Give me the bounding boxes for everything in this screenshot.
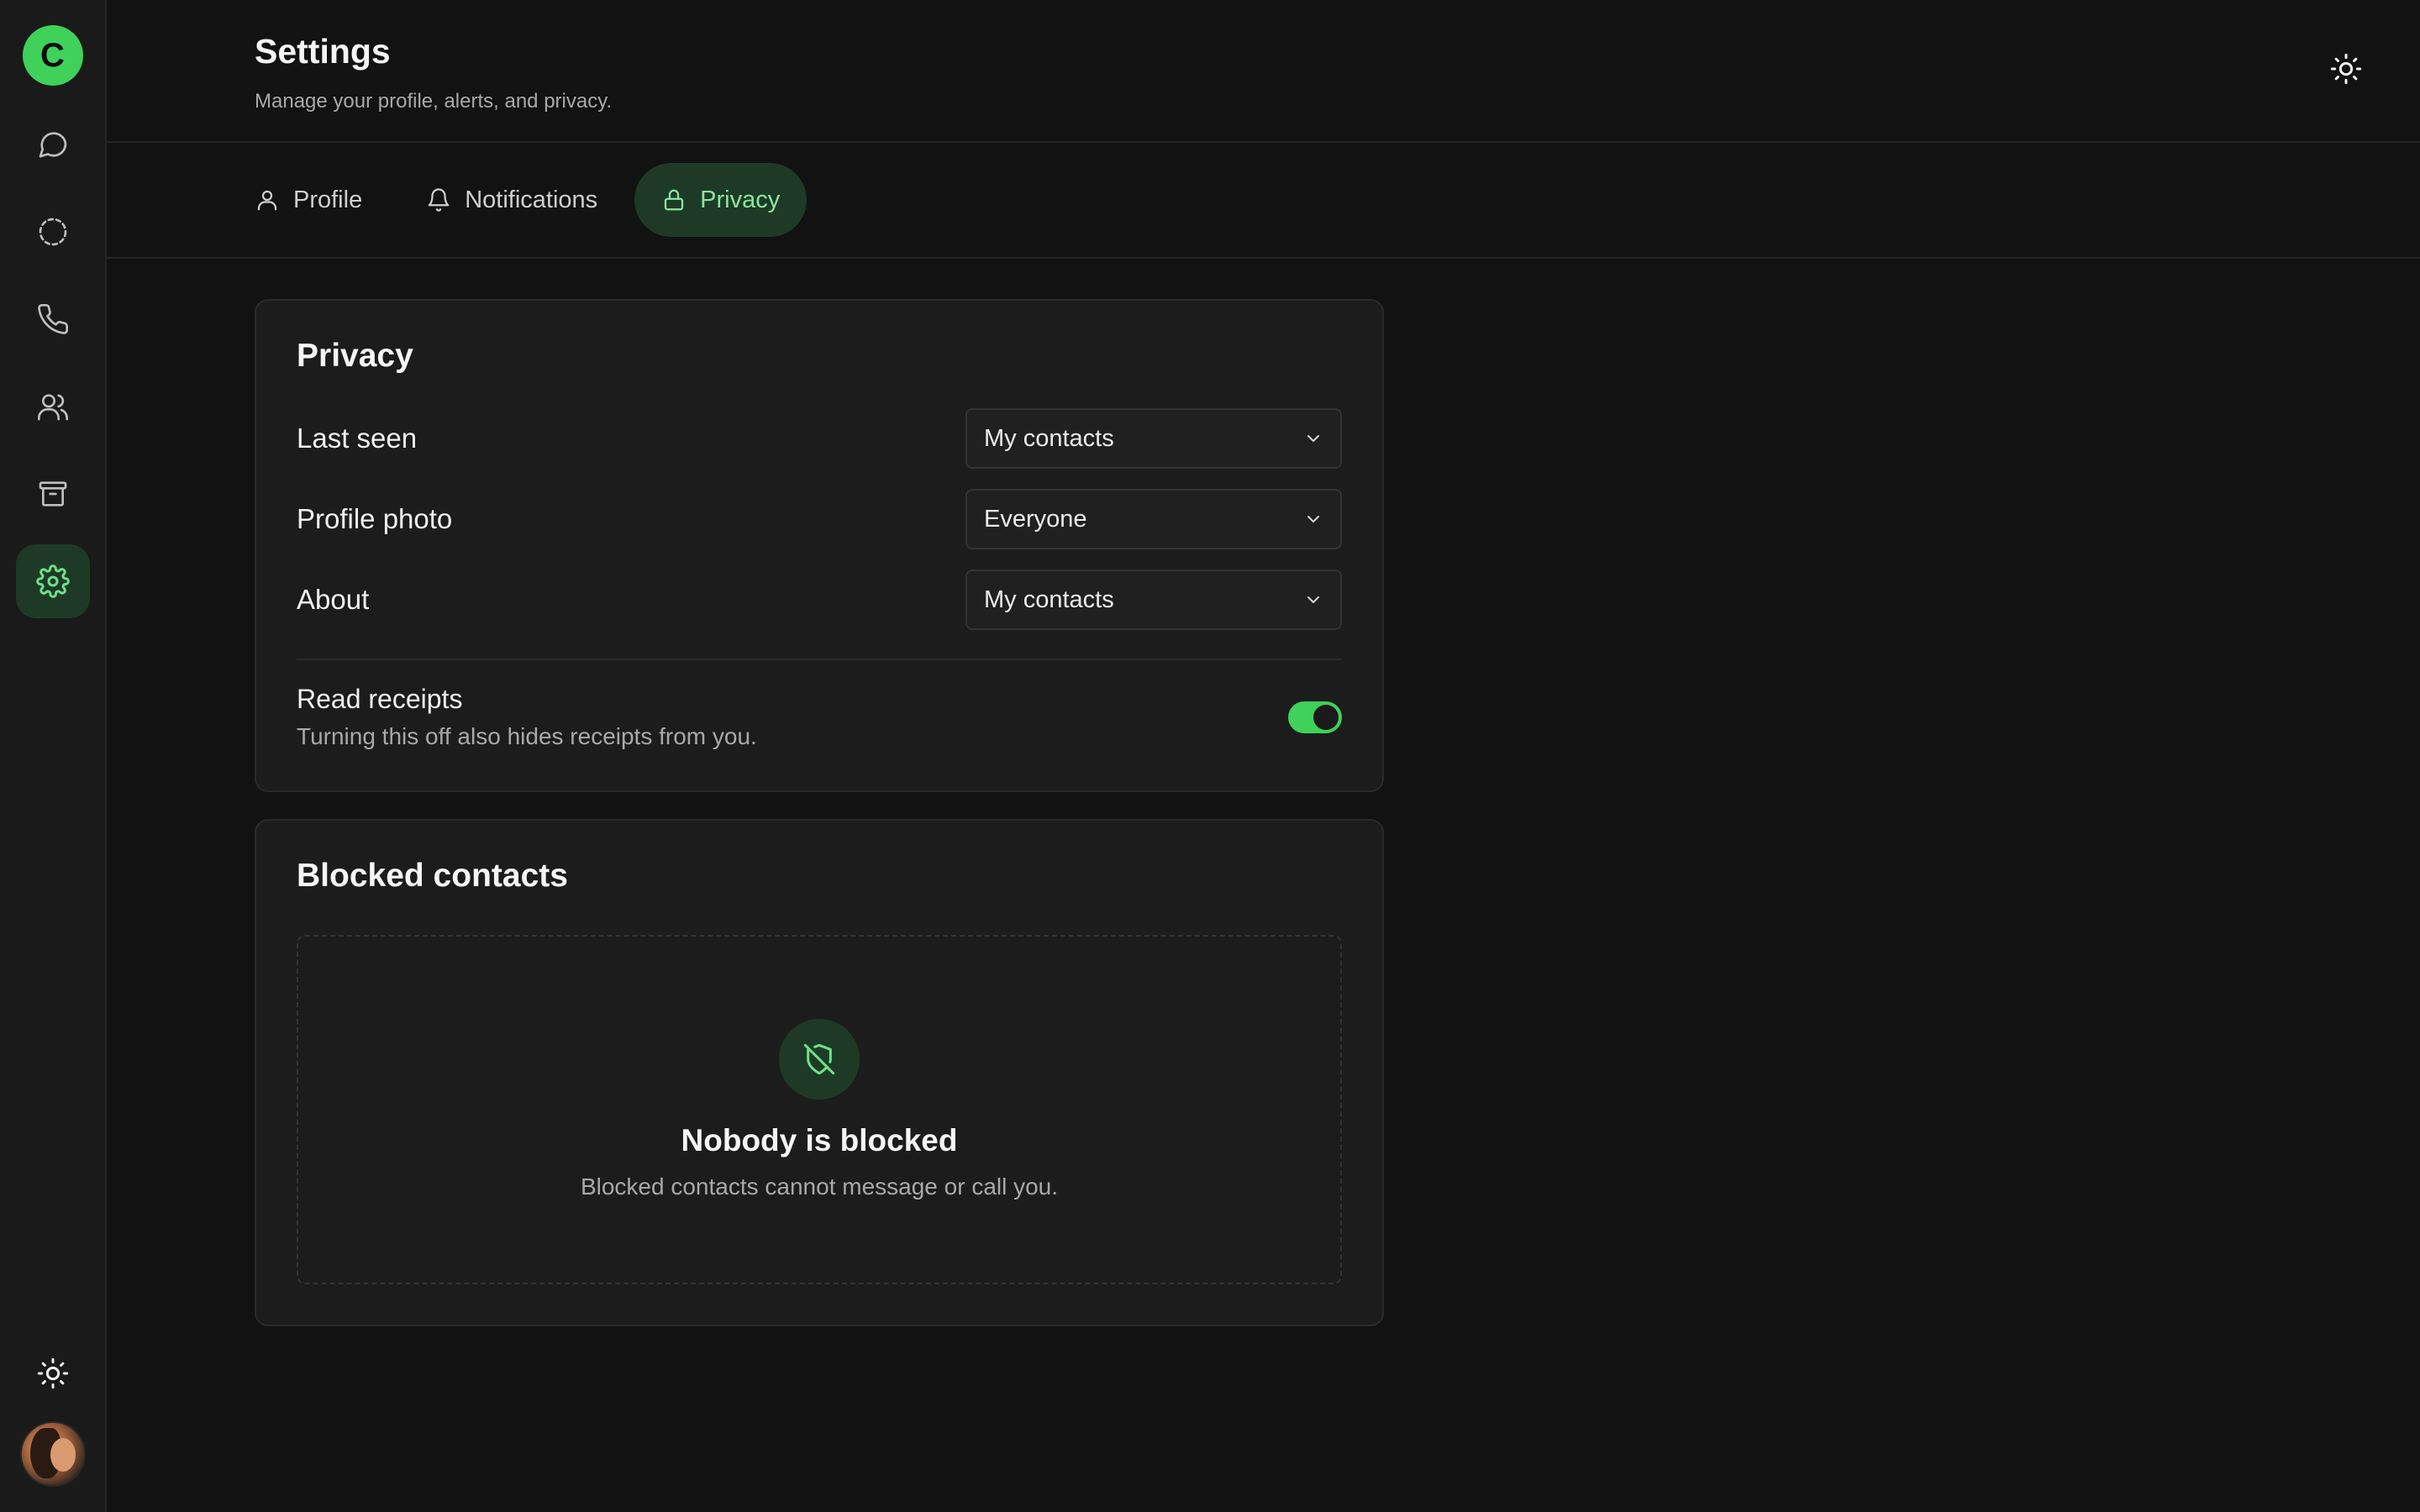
status-circle-icon [39,218,66,246]
bell-icon [428,188,450,212]
sidebar-nav [15,108,90,618]
read-receipts-description: Turning this off also hides receipts fro… [297,723,757,749]
privacy-title: Privacy [297,338,413,374]
settings-content: Privacy Last seen My contacts Profile ph… [107,259,2420,1326]
last-seen-select[interactable]: My contacts [965,408,1342,469]
user-avatar[interactable] [19,1421,86,1487]
about-select[interactable]: My contacts [965,570,1342,630]
privacy-card: Privacy Last seen My contacts Profile ph… [255,299,1384,792]
sidebar-item-status[interactable] [16,195,90,269]
profile-photo-select[interactable]: Everyone [965,489,1342,549]
profile-photo-row: Profile photo Everyone [297,489,1342,549]
last-seen-row: Last seen My contacts [297,408,1342,469]
brand-logo[interactable]: C [22,25,83,86]
divider [297,659,1342,660]
tab-privacy[interactable]: Privacy [634,163,808,237]
sidebar-item-calls[interactable] [16,282,90,356]
app-shell: C Settings Manage your profile, alerts, … [0,0,2420,1512]
chevron-down-icon [1307,435,1319,442]
sun-icon [37,1357,68,1389]
tab-label: Privacy [700,186,781,213]
blocked-empty-state: Nobody is blocked Blocked contacts canno… [297,935,1342,1284]
sidebar-item-contacts[interactable] [16,370,90,444]
read-receipts-label: Read receipts [297,684,463,714]
sidebar: C [0,0,107,1512]
empty-title: Nobody is blocked [681,1123,958,1158]
last-seen-label: Last seen [297,423,418,454]
chat-bubble-icon [39,132,66,158]
about-label: About [297,584,370,615]
read-receipts-text: Read receipts Turning this off also hide… [297,684,757,750]
empty-icon-badge [779,1019,860,1100]
about-value: My contacts [984,585,1114,613]
settings-tabs: Profile Notifications Privacy [107,143,2420,259]
tab-label: Profile [293,186,363,213]
read-receipts-toggle[interactable] [1288,701,1342,733]
profile-photo-label: Profile photo [297,503,453,534]
page-subtitle: Manage your profile, alerts, and privacy… [255,90,613,113]
header-theme-toggle[interactable] [2329,52,2366,89]
brand-letter: C [40,36,65,74]
main-content: Settings Manage your profile, alerts, an… [107,0,2420,1512]
blocked-contacts-card: Blocked contacts Nobody is blocked Block… [255,819,1384,1326]
chevron-down-icon [1307,516,1319,522]
user-icon [257,190,277,211]
tab-label: Notifications [465,186,598,213]
empty-description: Blocked contacts cannot message or call … [580,1173,1059,1200]
blocked-contacts-title: Blocked contacts [297,858,568,894]
read-receipts-row: Read receipts Turning this off also hide… [297,684,1342,750]
sidebar-bottom [0,1357,105,1487]
shield-off-icon [803,1043,835,1075]
tab-profile[interactable]: Profile [228,163,389,237]
phone-icon [37,303,68,334]
page-header: Settings Manage your profile, alerts, an… [107,0,2420,143]
profile-photo-value: Everyone [984,505,1087,533]
page-title: Settings [255,32,391,71]
sun-icon [2330,53,2362,85]
sidebar-item-settings[interactable] [15,544,90,618]
last-seen-value: My contacts [984,424,1114,452]
archive-icon [39,481,66,507]
sidebar-item-archive[interactable] [16,457,90,531]
users-icon [37,394,68,421]
sidebar-item-chats[interactable] [16,108,90,181]
chevron-down-icon [1307,596,1319,603]
about-row: About My contacts [297,570,1342,630]
lock-icon [665,189,684,211]
tab-notifications[interactable]: Notifications [399,163,624,237]
sidebar-theme-toggle[interactable] [36,1357,70,1394]
gear-icon [35,564,70,598]
